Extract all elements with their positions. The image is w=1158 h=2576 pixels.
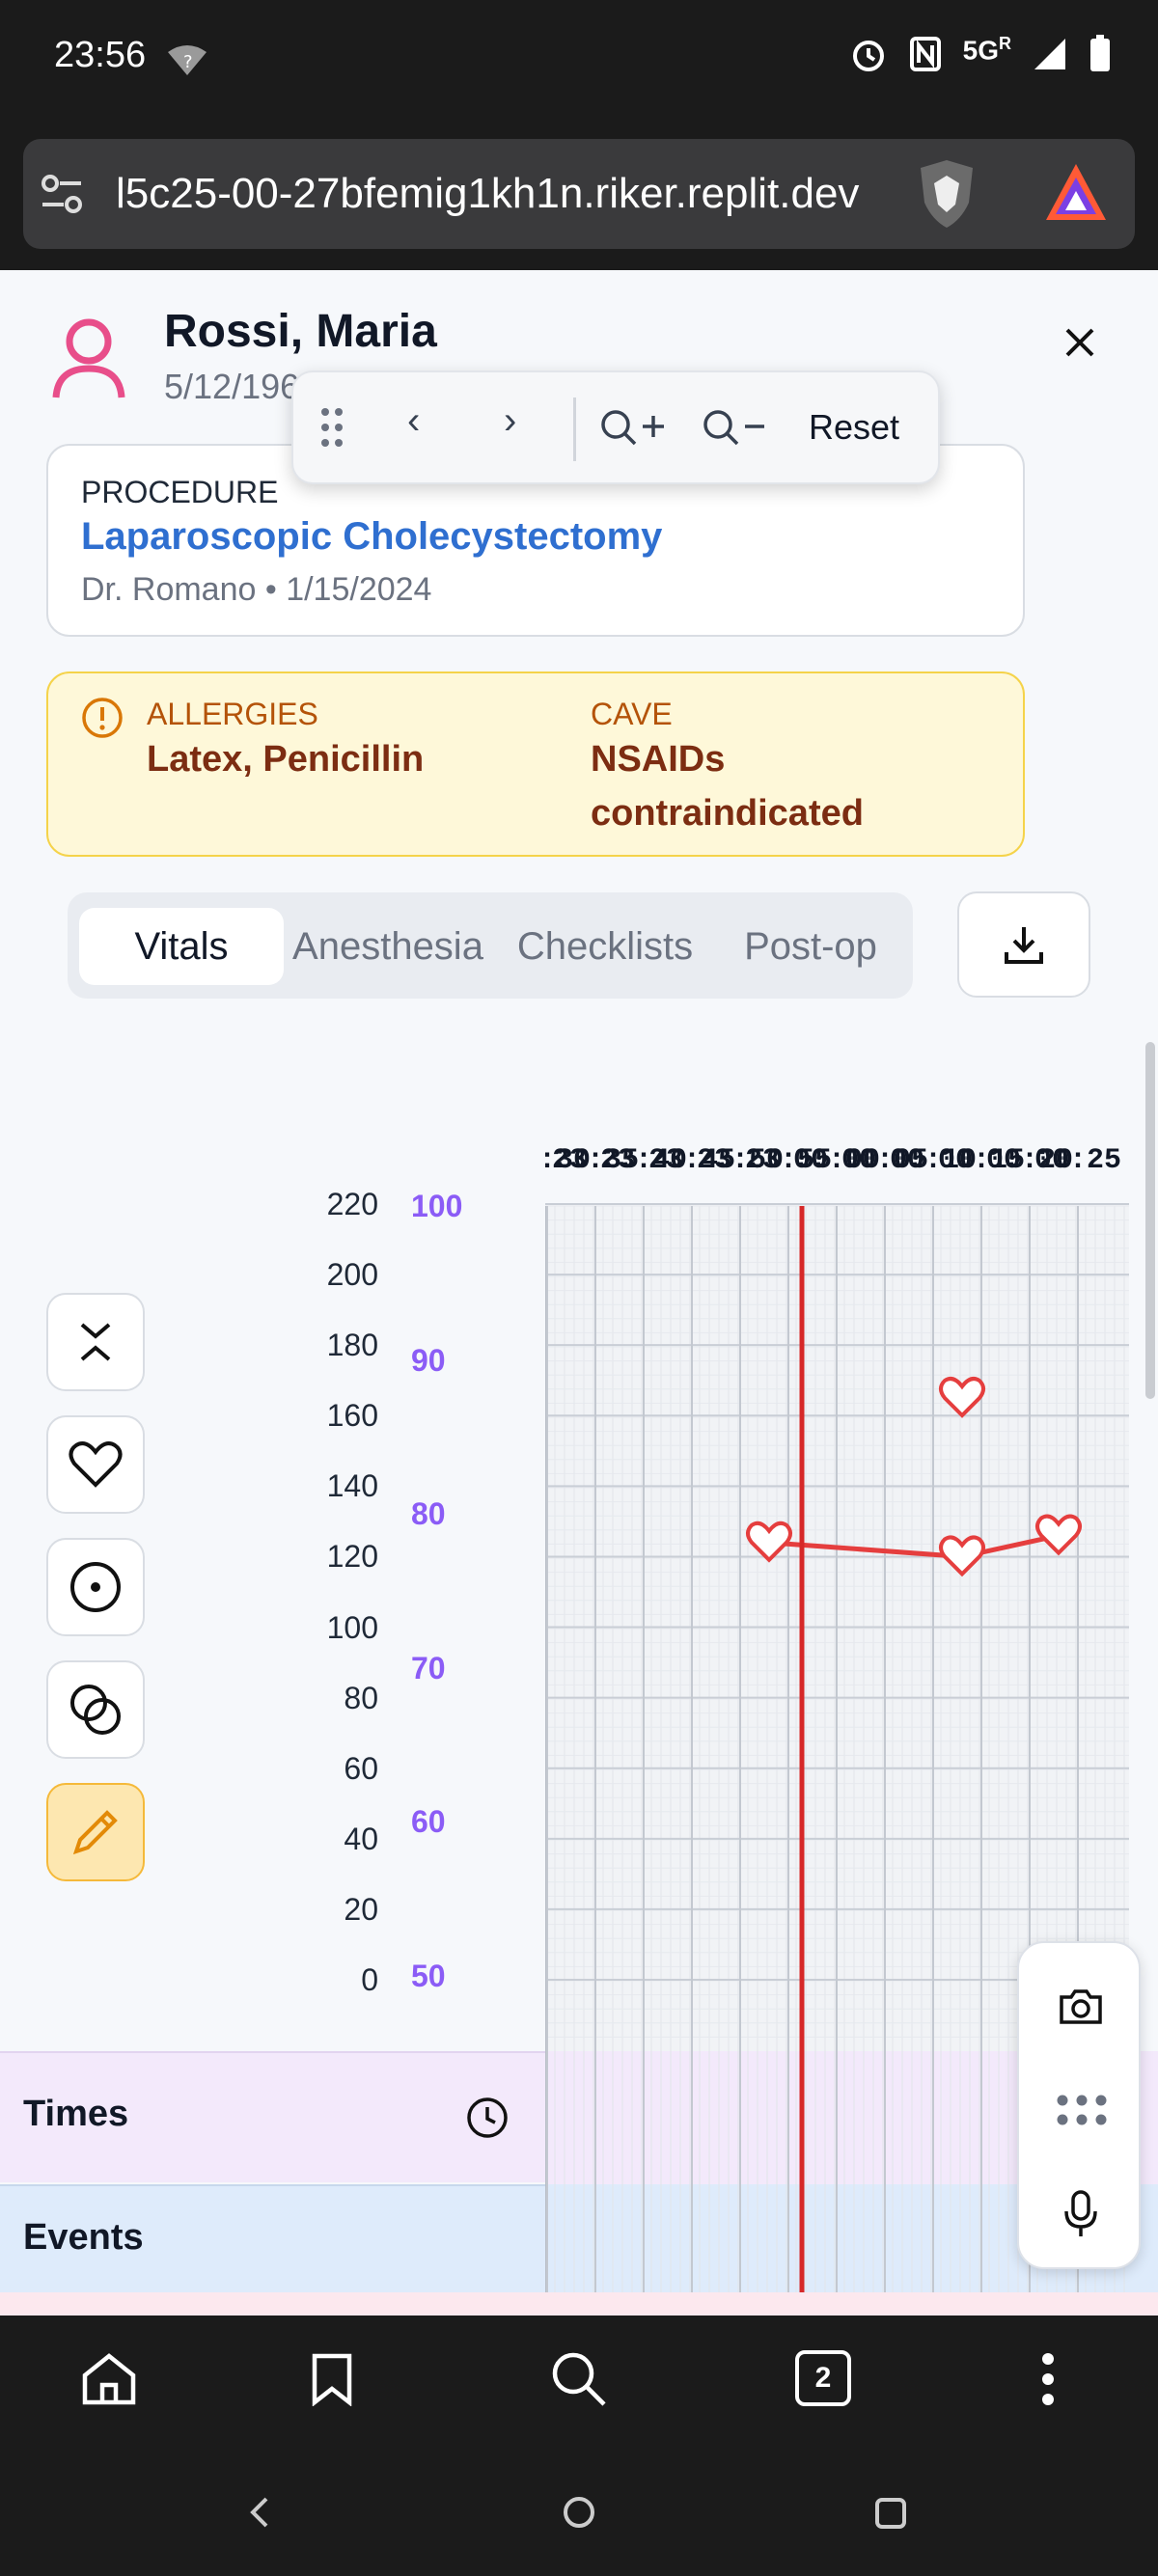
collapse-icon [80, 1323, 111, 1361]
left-axis-tick: 60 [344, 1750, 378, 1786]
quick-actions-panel [1017, 1941, 1141, 2269]
search-icon[interactable] [550, 2350, 608, 2413]
download-button[interactable] [957, 891, 1090, 998]
cave-value-line1: NSAIDs [591, 739, 726, 780]
tab-anesthesia[interactable]: Anesthesia [282, 908, 494, 985]
section-tabs: Vitals Anesthesia Checklists Post-op [68, 892, 913, 999]
times-label: Times [23, 2094, 129, 2134]
right-axis-tick: 100 [411, 1189, 463, 1223]
left-axis-tick: 40 [344, 1821, 378, 1856]
left-axis-tick: 80 [344, 1680, 378, 1715]
tab-checklists[interactable]: Checklists [494, 908, 716, 985]
left-axis-tick: 0 [361, 1962, 378, 1997]
cave-value-line2: contraindicated [591, 793, 864, 834]
svg-text:?: ? [183, 52, 193, 72]
browser-toolbar: l5c25-00-27bfemig1kh1n.riker.replit.dev [0, 135, 1158, 270]
left-axis-tick: 200 [326, 1257, 378, 1293]
allergies-card: ALLERGIES Latex, Penicillin CAVE NSAIDs … [46, 671, 1025, 857]
reset-button[interactable]: Reset [809, 407, 899, 448]
left-axis-tick: 100 [326, 1609, 378, 1645]
recents-icon[interactable] [874, 2497, 907, 2535]
right-axis-tick: 70 [411, 1650, 446, 1685]
procedure-name[interactable]: Laparoscopic Cholecystectomy [81, 515, 662, 559]
left-axis-tick: 20 [344, 1891, 378, 1927]
heart-icon [69, 1441, 123, 1488]
tab-count-button[interactable]: 2 [795, 2350, 851, 2406]
next-row-strip [0, 2292, 1158, 2316]
app-content: Rossi, Maria 5/12/196 PROCEDURE Laparosc… [0, 270, 1158, 2316]
camera-icon[interactable] [1058, 1987, 1104, 2031]
brave-shield-icon[interactable] [913, 158, 980, 234]
back-icon[interactable] [247, 2495, 272, 2535]
tab-post-op[interactable]: Post-op [716, 908, 905, 985]
heart-rate-tool-button[interactable] [46, 1415, 145, 1514]
events-label: Events [23, 2217, 144, 2258]
user-icon [50, 316, 127, 404]
site-settings-icon[interactable] [39, 172, 85, 221]
procedure-label: PROCEDURE [81, 475, 279, 509]
left-axis-tick: 140 [326, 1468, 378, 1504]
battery-icon [1089, 35, 1112, 81]
wifi-icon: ? [166, 42, 208, 82]
times-row: Times [0, 2051, 545, 2182]
bookmark-icon[interactable] [311, 2352, 353, 2411]
home-circle-icon[interactable] [562, 2495, 596, 2535]
cave-label: CAVE [591, 697, 673, 731]
events-row: Events [0, 2184, 545, 2292]
prev-button[interactable]: ‹ [407, 399, 420, 443]
allergies-value: Latex, Penicillin [147, 739, 425, 780]
clock: 23:56 [54, 35, 147, 75]
collapse-button[interactable] [46, 1293, 145, 1391]
pencil-icon [72, 1810, 118, 1855]
point-tool-button[interactable] [46, 1538, 145, 1636]
right-axis-tick: 90 [411, 1342, 446, 1378]
patient-name: Rossi, Maria [164, 306, 437, 357]
close-icon[interactable] [1062, 324, 1098, 366]
browser-bottom-bar: 2 [0, 2316, 1158, 2576]
network-type: 5GR [962, 34, 1011, 66]
nfc-icon [909, 36, 942, 80]
left-axis-tick: 160 [326, 1398, 378, 1434]
tab-vitals[interactable]: Vitals [79, 908, 284, 985]
pencil-tool-button[interactable] [46, 1783, 145, 1881]
target-icon [70, 1562, 121, 1612]
left-axis-tick: 120 [326, 1539, 378, 1575]
alarm-icon [849, 35, 888, 81]
home-icon[interactable] [81, 2352, 137, 2411]
allergies-label: ALLERGIES [147, 697, 318, 731]
download-icon [1005, 927, 1043, 964]
brave-rewards-icon[interactable] [1042, 160, 1110, 229]
right-axis-tick: 60 [411, 1804, 446, 1840]
menu-dots-icon[interactable] [1040, 2352, 1056, 2411]
url-text[interactable]: l5c25-00-27bfemig1kh1n.riker.replit.dev [116, 170, 917, 218]
next-button[interactable]: › [504, 399, 516, 443]
microphone-icon[interactable] [1063, 2190, 1098, 2243]
status-bar: 23:56 ? 5GR [0, 0, 1158, 135]
clock-icon[interactable] [465, 2096, 510, 2145]
time-tick-label: 00:25 [1034, 1144, 1121, 1177]
right-axis-tick: 80 [411, 1496, 446, 1532]
grid-dots-icon[interactable] [1056, 2094, 1108, 2131]
status-icons: 5GR [849, 34, 1112, 81]
zoom-in-button[interactable] [600, 409, 670, 454]
patient-dob: 5/12/196 [164, 367, 300, 406]
procedure-meta: Dr. Romano • 1/15/2024 [81, 571, 432, 608]
circles-icon [70, 1685, 121, 1735]
alert-circle-icon [81, 697, 124, 744]
right-axis-tick: 50 [411, 1959, 446, 1993]
signal-icon [1033, 37, 1067, 79]
overlap-tool-button[interactable] [46, 1660, 145, 1759]
drag-handle-icon[interactable] [320, 407, 344, 452]
zoom-toolbar: ‹ › Reset [291, 370, 940, 484]
left-axis-tick: 220 [326, 1187, 378, 1221]
zoom-out-button[interactable] [703, 409, 772, 454]
toolbar-divider [573, 397, 576, 461]
address-bar[interactable]: l5c25-00-27bfemig1kh1n.riker.replit.dev [23, 139, 1135, 249]
scrollbar[interactable] [1145, 1042, 1155, 1399]
left-axis-tick: 180 [326, 1328, 378, 1363]
